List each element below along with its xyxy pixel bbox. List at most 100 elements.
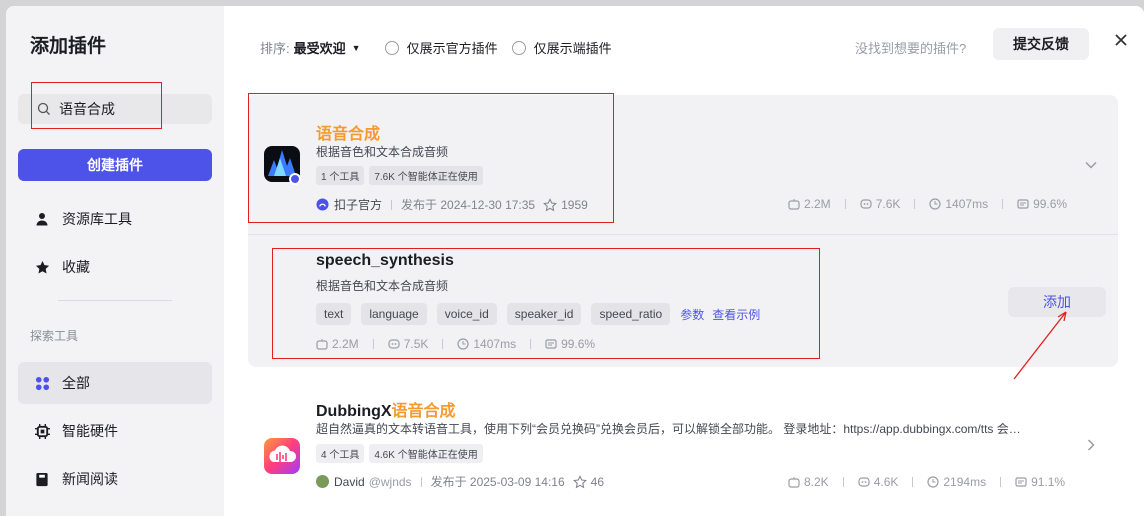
param-tag: voice_id [436, 303, 497, 325]
plugin-stats: 2.2M 7.6K 1407ms 99.6% [788, 197, 1081, 211]
clock-icon [927, 476, 939, 488]
bot-icon [788, 477, 800, 488]
view-example-link[interactable]: 查看示例 [712, 306, 760, 323]
stat-value: 91.1% [1031, 475, 1066, 489]
stat-value: 1407ms [473, 337, 517, 351]
tool-params: text language voice_id speaker_id speed_… [316, 303, 768, 325]
book-icon [34, 471, 50, 487]
not-found-hint: 没找到想要的插件? [855, 41, 967, 56]
sidebar-item-library-tools[interactable]: 资源库工具 [18, 198, 212, 240]
stat-value: 4.6K [873, 475, 899, 489]
message-icon [1015, 477, 1027, 487]
sidebar-item-label: 资源库工具 [62, 211, 132, 227]
chevron-right-icon[interactable] [1084, 438, 1098, 452]
clock-icon [457, 338, 469, 350]
modal-title: 添加插件 [30, 36, 107, 57]
radio-circle[interactable] [384, 40, 399, 55]
star-icon [34, 259, 50, 275]
add-plugin-modal: 添加插件 语音合成 创建插件 资源库工具 收藏 探索工具 全部 智能硬件 新闻阅… [6, 6, 1144, 516]
author-name[interactable]: David [334, 475, 365, 489]
section-label: 探索工具 [30, 329, 79, 343]
stat-success-rate: 99.6% [1017, 197, 1067, 211]
radio-circle[interactable] [511, 40, 526, 55]
agent-icon [388, 339, 400, 349]
star-outline-icon[interactable] [543, 197, 558, 212]
stat-agents: 4.6K [858, 475, 914, 489]
card-divider [248, 234, 1118, 235]
sidebar-item-all[interactable]: 全部 [18, 362, 212, 404]
sidebar-item-label: 智能硬件 [62, 423, 118, 439]
sidebar-item-smart-hardware[interactable]: 智能硬件 [18, 410, 212, 452]
plugin-meta: 扣子官方 发布于 2024-12-30 17:35 1959 [316, 196, 588, 213]
sidebar-item-news-reading[interactable]: 新闻阅读 [18, 458, 212, 500]
plugin-meta: David @wjnds 发布于 2025-03-09 14:16 46 [316, 473, 604, 490]
submit-feedback-button[interactable]: 提交反馈 [993, 28, 1089, 60]
params-link[interactable]: 参数 [680, 306, 704, 323]
bot-icon [788, 199, 800, 210]
plugin-tags: 1 个工具 7.6K 个智能体正在使用 [316, 166, 488, 185]
plugin-logo [264, 438, 300, 474]
sidebar-item-label: 全部 [62, 375, 90, 391]
plugin-card[interactable]: 语音合成 根据音色和文本合成音频 1 个工具 7.6K 个智能体正在使用 扣子官… [248, 95, 1118, 367]
plugin-name-highlight: 语音合成 [391, 403, 456, 420]
bot-icon [316, 339, 328, 350]
sort-label: 排序: [260, 41, 290, 56]
chevron-down-icon[interactable] [1084, 158, 1098, 172]
stat-calls: 2.2M [316, 337, 374, 351]
device-only-radio[interactable]: 仅展示端插件 [511, 38, 612, 57]
sidebar-item-favorites[interactable]: 收藏 [18, 246, 212, 288]
publish-time: 发布于 2024-12-30 17:35 [401, 198, 536, 212]
usage-tag: 4.6K 个智能体正在使用 [369, 444, 483, 463]
search-input[interactable]: 语音合成 [18, 94, 212, 124]
message-icon [545, 339, 557, 349]
stat-value: 1407ms [945, 197, 989, 211]
plugin-name-highlight: 语音合成 [316, 126, 381, 143]
sidebar-divider [58, 300, 172, 301]
param-tag: language [361, 303, 427, 325]
stat-success-rate: 91.1% [1015, 475, 1065, 489]
tool-count-tag: 4 个工具 [316, 444, 365, 463]
official-only-label: 仅展示官方插件 [406, 41, 498, 56]
caret-down-icon[interactable]: ▼ [352, 43, 361, 53]
plugin-list-area: 排序: 最受欢迎 ▼ 仅展示官方插件 仅展示端插件 没找到想要的插件? 提交反馈… [224, 6, 1144, 516]
plugin-card[interactable]: DubbingX语音合成 超自然逼真的文本转语音工具，使用下列“会员兑换码”兑换… [248, 380, 1118, 516]
stat-calls: 2.2M [788, 197, 846, 211]
param-tag: speaker_id [506, 303, 582, 325]
usage-tag: 7.6K 个智能体正在使用 [369, 166, 483, 185]
filter-toolbar: 排序: 最受欢迎 ▼ 仅展示官方插件 仅展示端插件 [260, 38, 612, 57]
grid-icon [34, 375, 50, 391]
user-icon [34, 211, 50, 227]
stat-latency: 1407ms [457, 337, 532, 351]
stat-calls: 8.2K [788, 475, 844, 489]
stat-latency: 1407ms [929, 197, 1004, 211]
stat-value: 7.5K [403, 337, 429, 351]
sidebar-item-label: 新闻阅读 [62, 471, 118, 487]
stat-value: 2.2M [804, 197, 831, 211]
plugin-name-prefix: DubbingX [316, 403, 392, 420]
stat-value: 8.2K [804, 475, 829, 489]
annotation-arrow-icon [1013, 311, 1067, 380]
stat-value: 2194ms [943, 475, 987, 489]
plugin-description: 超自然逼真的文本转语音工具，使用下列“会员兑换码”兑换会员后，可以解锁全部功能。… [316, 422, 1021, 436]
official-only-radio[interactable]: 仅展示官方插件 [384, 38, 498, 57]
agent-icon [858, 477, 870, 487]
tool-name: speech_synthesis [316, 252, 454, 269]
stat-success-rate: 99.6% [545, 337, 595, 351]
sidebar: 添加插件 语音合成 创建插件 资源库工具 收藏 探索工具 全部 智能硬件 新闻阅… [6, 6, 224, 516]
plugin-name: DubbingX语音合成 [316, 397, 456, 421]
search-icon [37, 102, 50, 115]
meta-divider [420, 476, 422, 487]
meta-divider [391, 199, 393, 210]
stat-value: 2.2M [332, 337, 359, 351]
plugin-tags: 4 个工具 4.6K 个智能体正在使用 [316, 444, 488, 463]
create-plugin-button[interactable]: 创建插件 [18, 149, 212, 181]
author-name[interactable]: 扣子官方 [334, 196, 382, 213]
sort-dropdown[interactable]: 最受欢迎 [294, 38, 346, 57]
close-icon[interactable] [1111, 30, 1131, 50]
agent-icon [860, 199, 872, 209]
clock-icon [929, 198, 941, 210]
tool-description: 根据音色和文本合成音频 [316, 279, 449, 293]
star-outline-icon[interactable] [572, 474, 587, 489]
official-logo-icon [316, 198, 329, 211]
message-icon [1017, 199, 1029, 209]
